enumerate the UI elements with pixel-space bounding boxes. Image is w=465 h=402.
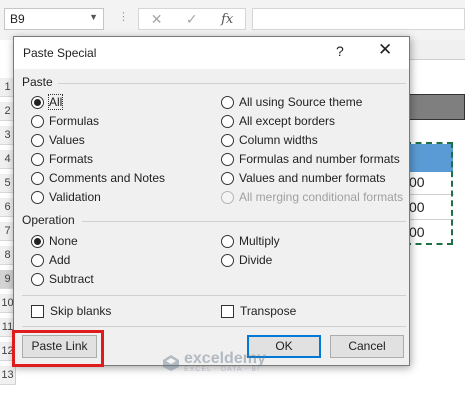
formula-bar: B9 ▼ ⋮ ✕ ✓ fx bbox=[0, 0, 465, 40]
radio-label: Divide bbox=[239, 253, 273, 267]
help-icon[interactable]: ? bbox=[336, 43, 344, 59]
section-divider bbox=[82, 221, 406, 222]
radio-circle[interactable] bbox=[221, 133, 234, 147]
watermark: exceldemy EXCEL · DATA · BI bbox=[162, 350, 266, 373]
formula-bar-buttons: ✕ ✓ fx bbox=[138, 8, 246, 30]
radio-circle[interactable] bbox=[221, 171, 234, 185]
radio-comments-and-notes[interactable]: Comments and Notes bbox=[31, 171, 165, 185]
radio-label: None bbox=[49, 234, 78, 248]
radio-add[interactable]: Add bbox=[31, 253, 70, 267]
radio-all[interactable]: All bbox=[31, 94, 64, 110]
radio-circle[interactable] bbox=[221, 234, 234, 248]
name-box-value: B9 bbox=[10, 12, 25, 26]
radio-circle bbox=[221, 190, 234, 204]
confirm-icon[interactable]: ✓ bbox=[186, 11, 198, 28]
row-header[interactable]: 13 bbox=[0, 366, 16, 385]
radio-label: Values bbox=[49, 133, 85, 147]
radio-label: All except borders bbox=[239, 114, 336, 128]
paste-special-dialog: Paste Special ? ✕ Paste All Formulas Val… bbox=[13, 36, 410, 366]
radio-none[interactable]: None bbox=[31, 234, 78, 248]
dialog-title: Paste Special bbox=[23, 46, 97, 60]
radio-circle[interactable] bbox=[221, 95, 234, 109]
radio-multiply[interactable]: Multiply bbox=[221, 234, 280, 248]
cancel-icon[interactable]: ✕ bbox=[151, 11, 163, 28]
radio-circle[interactable] bbox=[221, 152, 234, 166]
cancel-button[interactable]: Cancel bbox=[330, 335, 404, 358]
radio-label: Comments and Notes bbox=[49, 171, 166, 185]
radio-circle[interactable] bbox=[31, 234, 44, 248]
radio-divide[interactable]: Divide bbox=[221, 253, 272, 267]
radio-label: Validation bbox=[49, 190, 101, 204]
radio-label: Column widths bbox=[239, 133, 318, 147]
section-divider bbox=[58, 83, 406, 84]
exceldemy-logo-icon bbox=[162, 354, 180, 372]
close-icon[interactable]: ✕ bbox=[378, 40, 392, 60]
title-cell bbox=[407, 94, 465, 120]
radio-circle[interactable] bbox=[31, 190, 44, 204]
radio-values-and-number-formats[interactable]: Values and number formats bbox=[221, 171, 386, 185]
radio-label: Formats bbox=[49, 152, 94, 166]
drag-handle-icon[interactable]: ⋮ bbox=[118, 10, 129, 23]
radio-label: All merging conditional formats bbox=[239, 190, 404, 204]
radio-circle[interactable] bbox=[31, 152, 44, 166]
radio-formats[interactable]: Formats bbox=[31, 152, 93, 166]
paste-section-label: Paste bbox=[22, 75, 53, 89]
radio-all-using-source-theme[interactable]: All using Source theme bbox=[221, 95, 362, 109]
radio-circle[interactable] bbox=[31, 253, 44, 267]
checkbox-label: Skip blanks bbox=[50, 304, 112, 318]
radio-circle[interactable] bbox=[221, 114, 234, 128]
formula-input[interactable] bbox=[252, 8, 465, 30]
column-header[interactable] bbox=[405, 40, 465, 60]
annotation-highlight bbox=[12, 330, 104, 367]
radio-circle[interactable] bbox=[31, 171, 44, 185]
radio-subtract[interactable]: Subtract bbox=[31, 272, 94, 286]
copy-marquee bbox=[405, 142, 453, 245]
name-box[interactable]: B9 ▼ bbox=[4, 8, 104, 30]
radio-label: Values and number formats bbox=[239, 171, 386, 185]
radio-circle[interactable] bbox=[221, 253, 234, 267]
radio-label: Formulas and number formats bbox=[239, 152, 400, 166]
chevron-down-icon[interactable]: ▼ bbox=[89, 12, 98, 22]
radio-circle[interactable] bbox=[31, 133, 44, 147]
radio-label: All bbox=[47, 94, 64, 110]
section-divider bbox=[22, 295, 406, 296]
radio-circle[interactable] bbox=[31, 114, 44, 128]
watermark-name: exceldemy bbox=[184, 350, 266, 367]
radio-label: Add bbox=[49, 253, 71, 267]
operation-section-label: Operation bbox=[22, 213, 75, 227]
checkbox-box[interactable] bbox=[31, 304, 44, 318]
transpose-checkbox[interactable]: Transpose bbox=[221, 304, 296, 318]
checkbox-label: Transpose bbox=[240, 304, 297, 318]
radio-formulas[interactable]: Formulas bbox=[31, 114, 99, 128]
insert-function-icon[interactable]: fx bbox=[221, 12, 233, 27]
radio-validation[interactable]: Validation bbox=[31, 190, 101, 204]
radio-circle[interactable] bbox=[31, 95, 44, 109]
radio-label: Multiply bbox=[239, 234, 280, 248]
radio-all-merging-conditional-formats: All merging conditional formats bbox=[221, 190, 403, 204]
section-divider bbox=[22, 326, 406, 327]
radio-circle[interactable] bbox=[31, 272, 44, 286]
radio-label: Subtract bbox=[49, 272, 94, 286]
radio-column-widths[interactable]: Column widths bbox=[221, 133, 318, 147]
radio-formulas-and-number-formats[interactable]: Formulas and number formats bbox=[221, 152, 400, 166]
radio-label: All using Source theme bbox=[239, 95, 363, 109]
watermark-tagline: EXCEL · DATA · BI bbox=[184, 366, 260, 373]
dialog-titlebar[interactable]: Paste Special ? ✕ bbox=[14, 37, 409, 69]
radio-all-except-borders[interactable]: All except borders bbox=[221, 114, 335, 128]
checkbox-box[interactable] bbox=[221, 304, 234, 318]
radio-values[interactable]: Values bbox=[31, 133, 85, 147]
skip-blanks-checkbox[interactable]: Skip blanks bbox=[31, 304, 111, 318]
radio-label: Formulas bbox=[49, 114, 100, 128]
